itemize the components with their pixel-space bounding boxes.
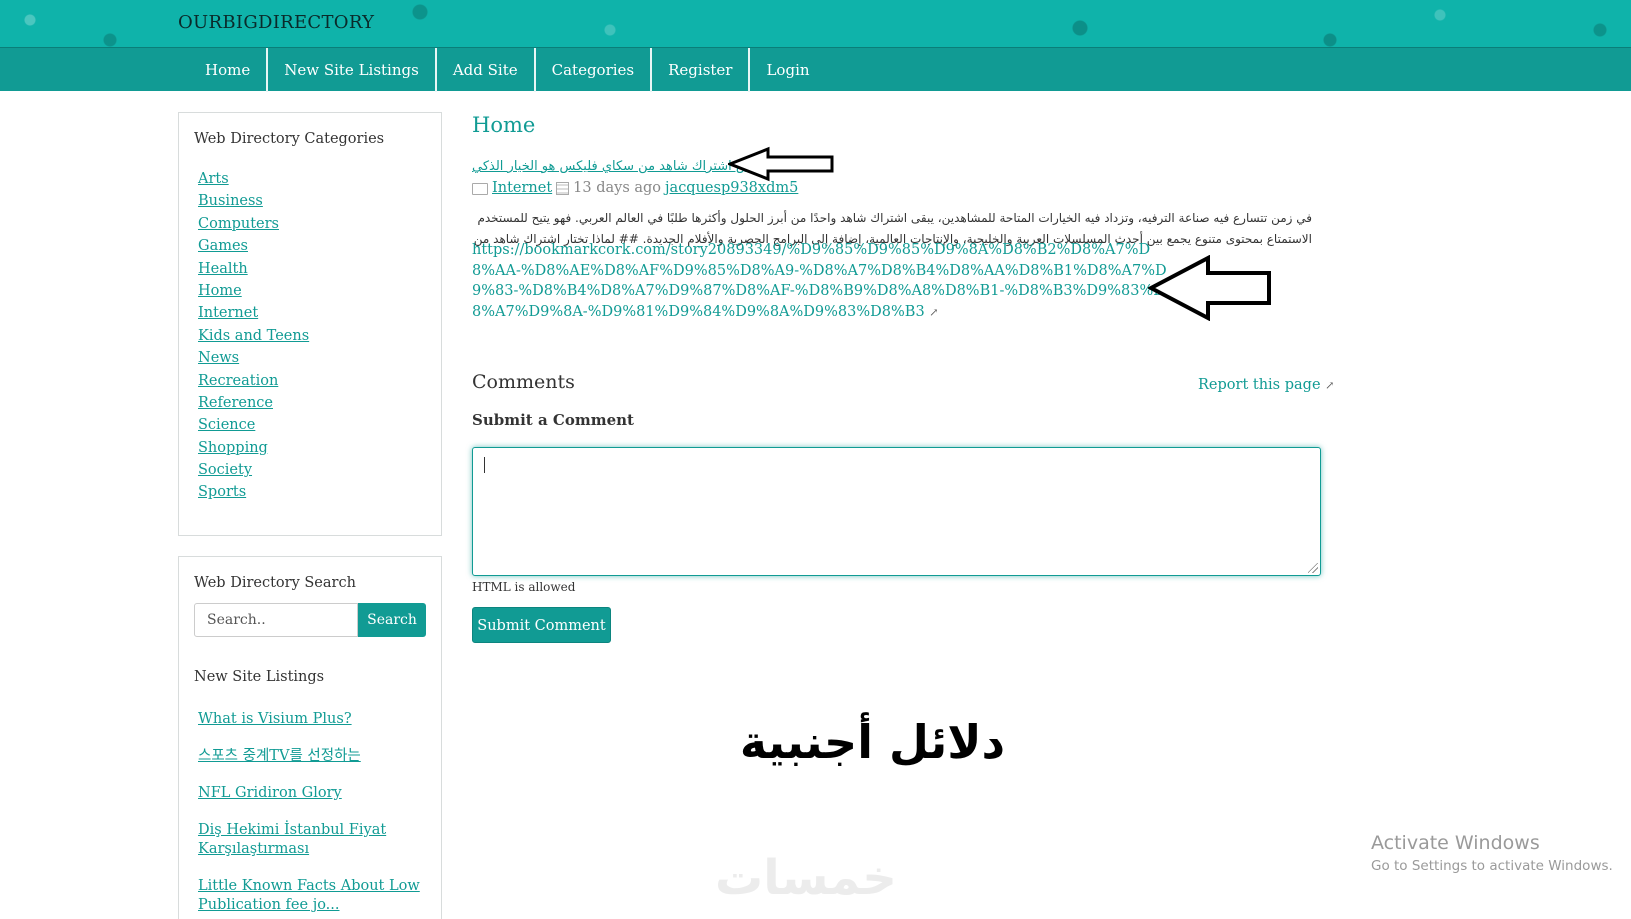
search-button[interactable]: Search <box>358 603 426 637</box>
activate-subtitle: Go to Settings to activate Windows. <box>1371 858 1613 874</box>
category-link-health[interactable]: Health <box>198 261 248 277</box>
main-nav: Home New Site Listings Add Site Categori… <box>0 47 1631 92</box>
category-link-news[interactable]: News <box>198 350 239 366</box>
category-link-business[interactable]: Business <box>198 193 263 209</box>
list-item: Science <box>198 413 309 435</box>
listing-link[interactable]: Diş Hekimi İstanbul Fiyat Karşılaştırmas… <box>198 822 386 857</box>
listing-link[interactable]: What is Visium Plus? <box>198 711 352 727</box>
search-panel: Web Directory Search Search.. Search New… <box>178 556 442 919</box>
list-item: News <box>198 346 309 368</box>
list-item: Internet <box>198 301 309 323</box>
entry-age: 13 days ago <box>573 180 662 196</box>
list-item: What is Visium Plus? <box>198 709 428 728</box>
nav-home[interactable]: Home <box>189 48 269 92</box>
nav-register[interactable]: Register <box>652 48 751 92</box>
listing-link[interactable]: Little Known Facts About Low Publication… <box>198 878 420 913</box>
entry-author-link[interactable]: jacquesp938xdm5 <box>665 180 798 196</box>
category-link-computers[interactable]: Computers <box>198 216 279 232</box>
category-link-games[interactable]: Games <box>198 238 248 254</box>
category-link-science[interactable]: Science <box>198 417 255 433</box>
category-link-recreation[interactable]: Recreation <box>198 373 278 389</box>
folder-icon <box>472 183 488 195</box>
entry-category-link[interactable]: Internet <box>492 180 552 196</box>
nav-new-site-listings[interactable]: New Site Listings <box>268 48 437 92</box>
category-link-kids-and-teens[interactable]: Kids and Teens <box>198 328 309 344</box>
new-listings-list: What is Visium Plus? 스포츠 중계TV를 선정하는 NFL … <box>198 709 428 919</box>
categories-title: Web Directory Categories <box>194 131 385 147</box>
list-item: 스포츠 중계TV를 선정하는 <box>198 746 428 765</box>
nav-categories[interactable]: Categories <box>536 48 653 92</box>
page-title: Home <box>472 113 536 137</box>
category-link-home[interactable]: Home <box>198 283 242 299</box>
search-input[interactable]: Search.. <box>194 603 358 637</box>
list-item: Arts <box>198 167 309 189</box>
calendar-icon <box>556 181 570 195</box>
new-listings-title: New Site Listings <box>194 669 325 685</box>
nav-login[interactable]: Login <box>750 48 825 92</box>
submit-comment-button[interactable]: Submit Comment <box>472 607 611 643</box>
list-item: Health <box>198 257 309 279</box>
category-list: Arts Business Computers Games Health Hom… <box>198 167 309 503</box>
search-title: Web Directory Search <box>194 575 356 591</box>
list-item: Computers <box>198 212 309 234</box>
report-page-link[interactable]: Report this page ↗ <box>1198 377 1334 393</box>
external-link-icon: ↗ <box>1325 379 1335 392</box>
activate-title: Activate Windows <box>1371 832 1540 854</box>
list-item: NFL Gridiron Glory <box>198 783 428 802</box>
list-item: Recreation <box>198 369 309 391</box>
entry-title-link[interactable]: ليش اشتراك شاهد من سكاي فليكس هو الخيار … <box>472 159 760 174</box>
list-item: Reference <box>198 391 309 413</box>
listing-link[interactable]: 스포츠 중계TV를 선정하는 <box>198 748 361 764</box>
html-allowed-note: HTML is allowed <box>472 580 576 594</box>
arrow-left-icon <box>1148 255 1271 321</box>
list-item: Little Known Facts About Low Publication… <box>198 876 428 914</box>
entry-url-link[interactable]: https://bookmarkcork.com/story20893349/%… <box>472 240 1172 323</box>
comment-textarea[interactable] <box>472 447 1321 576</box>
windows-activation-notice: Activate Windows Go to Settings to activ… <box>1371 832 1613 874</box>
list-item: Sports <box>198 480 309 502</box>
arrow-left-icon <box>728 146 834 182</box>
list-item: Diş Hekimi İstanbul Fiyat Karşılaştırmas… <box>198 820 428 858</box>
category-link-arts[interactable]: Arts <box>198 171 229 187</box>
watermark-logo: خمسات <box>715 850 897 906</box>
site-title[interactable]: OURBIGDIRECTORY <box>178 12 374 33</box>
list-item: Society <box>198 458 309 480</box>
entry-meta: Internet 13 days ago jacquesp938xdm5 <box>472 180 798 196</box>
listing-link[interactable]: NFL Gridiron Glory <box>198 785 342 801</box>
list-item: Shopping <box>198 436 309 458</box>
text-caret <box>484 457 485 473</box>
category-link-reference[interactable]: Reference <box>198 395 273 411</box>
categories-panel: Web Directory Categories Arts Business C… <box>178 112 442 536</box>
resize-handle-icon[interactable] <box>1308 563 1318 573</box>
category-link-sports[interactable]: Sports <box>198 484 246 500</box>
submit-comment-heading: Submit a Comment <box>472 411 634 429</box>
list-item: Business <box>198 189 309 211</box>
list-item: Home <box>198 279 309 301</box>
overlay-caption: دلائل أجنبية <box>739 715 1006 769</box>
nav-add-site[interactable]: Add Site <box>437 48 536 92</box>
category-link-society[interactable]: Society <box>198 462 252 478</box>
list-item: Games <box>198 234 309 256</box>
comments-heading: Comments <box>472 371 575 393</box>
entry-url-text[interactable]: https://bookmarkcork.com/story20893349/%… <box>472 242 1167 320</box>
report-page-label[interactable]: Report this page <box>1198 377 1321 393</box>
header-banner: OURBIGDIRECTORY <box>0 0 1631 47</box>
category-link-internet[interactable]: Internet <box>198 305 258 321</box>
list-item: Kids and Teens <box>198 324 309 346</box>
category-link-shopping[interactable]: Shopping <box>198 440 268 456</box>
external-link-icon: ↗ <box>929 305 939 319</box>
